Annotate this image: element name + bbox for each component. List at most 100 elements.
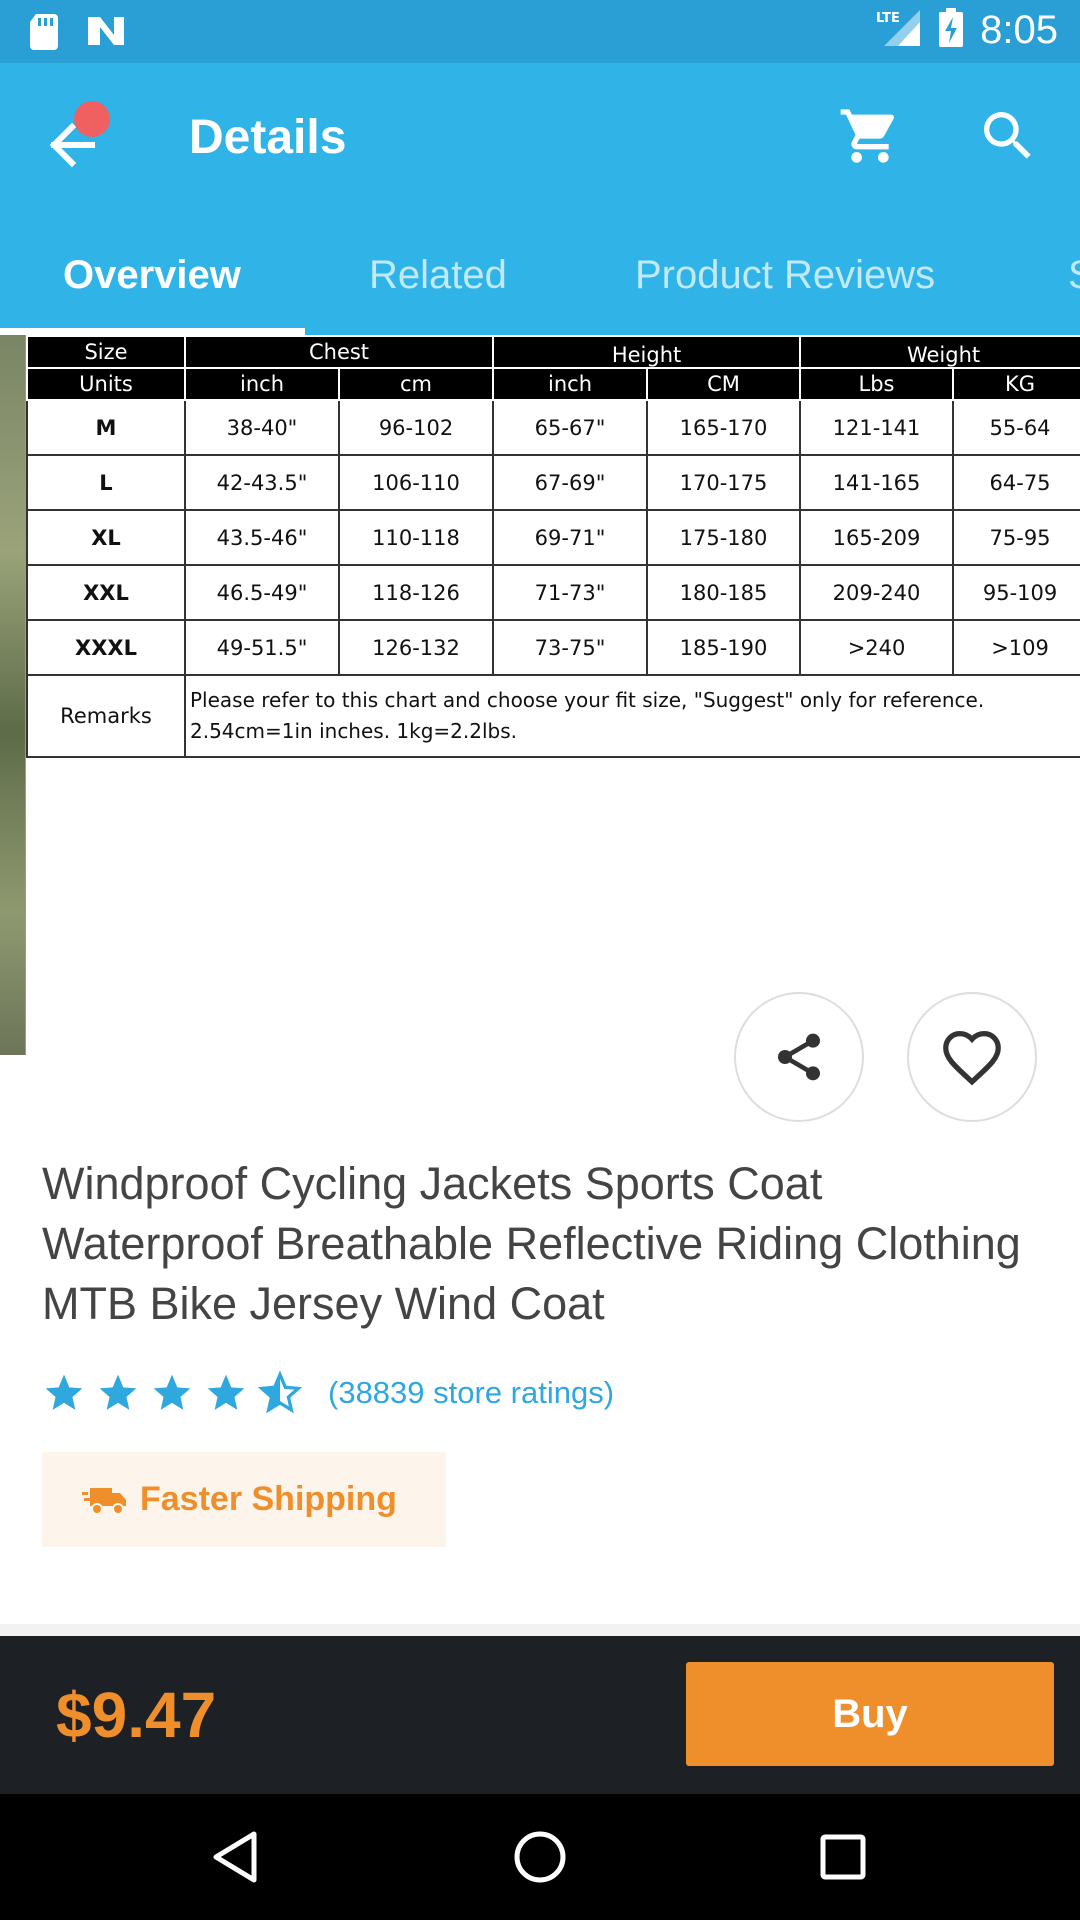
table-cell: 126-132 — [337, 619, 495, 676]
signal-icon: LTE — [876, 8, 922, 53]
table-cell: 95-109 — [952, 564, 1080, 621]
size-chart-header-row: Size Chest Height Weight — [26, 335, 1080, 369]
nav-back-button[interactable] — [202, 1824, 268, 1890]
remarks-line-1: Please refer to this chart and choose yo… — [190, 688, 985, 712]
table-cell: >109 — [952, 619, 1080, 676]
table-row: XXL 46.5-49" 118-126 71-73" 180-185 209-… — [26, 564, 1080, 621]
table-row: M 38-40" 96-102 65-67" 165-170 121-141 5… — [26, 399, 1080, 456]
battery-charging-icon — [938, 8, 964, 53]
star-filled-icon — [99, 1374, 137, 1410]
tab-product-reviews[interactable]: Product Reviews — [635, 240, 935, 335]
product-image[interactable]: Size Chest Height Weight Units inch cm i… — [0, 335, 1080, 1055]
star-filled-icon — [207, 1374, 245, 1410]
remarks-line-2: 2.54cm=1in inches. 1kg=2.2lbs. — [190, 719, 518, 743]
table-cell: 46.5-49" — [184, 564, 340, 621]
table-cell: 110-118 — [337, 509, 495, 566]
table-cell: 73-75" — [492, 619, 649, 676]
remarks-row: Remarks Please refer to this chart and c… — [26, 674, 1080, 758]
table-cell: 121-141 — [799, 399, 955, 456]
notification-n-icon — [86, 13, 126, 54]
units-cell: CM — [646, 367, 802, 401]
table-cell: 141-165 — [799, 454, 955, 511]
app-bar: Details Overview Related Product Reviews… — [0, 63, 1080, 335]
product-title: Windproof Cycling Jackets Sports Coat Wa… — [42, 1158, 1021, 1329]
price: $9.47 — [56, 1679, 217, 1751]
buy-bar: $9.47 Buy — [0, 1636, 1080, 1794]
shipping-label: Faster Shipping — [140, 1480, 397, 1518]
table-cell: 38-40" — [184, 399, 340, 456]
tab-related[interactable]: Related — [369, 240, 507, 335]
tab-partial[interactable]: S — [1068, 240, 1080, 335]
tab-bar: Overview Related Product Reviews S — [0, 240, 1080, 335]
table-cell: 170-175 — [646, 454, 802, 511]
remarks-label: Remarks — [26, 674, 186, 758]
nav-home-button[interactable] — [507, 1824, 573, 1890]
table-cell: 118-126 — [337, 564, 495, 621]
rating-count[interactable]: (38839 store ratings) — [328, 1375, 614, 1411]
cart-icon — [840, 109, 895, 163]
share-icon — [778, 1033, 820, 1081]
shipping-badge: Faster Shipping — [42, 1452, 446, 1547]
clock: 8:05 — [980, 8, 1058, 52]
search-icon — [984, 112, 1031, 159]
table-cell: 42-43.5" — [184, 454, 340, 511]
table-cell: 180-185 — [646, 564, 802, 621]
rating-stars — [42, 1371, 302, 1415]
search-button[interactable] — [976, 104, 1040, 168]
star-filled-icon — [153, 1374, 191, 1410]
units-cell: inch — [184, 367, 340, 401]
page-title: Details — [189, 111, 347, 164]
star-half-icon — [258, 1371, 302, 1414]
table-cell: 69-71" — [492, 509, 649, 566]
units-cell: Lbs — [799, 367, 955, 401]
height-header: Height — [492, 335, 802, 369]
units-cell: Units — [26, 367, 186, 401]
table-cell: 49-51.5" — [184, 619, 340, 676]
units-cell: inch — [492, 367, 649, 401]
table-row: XL 43.5-46" 110-118 69-71" 175-180 165-2… — [26, 509, 1080, 566]
table-cell: 175-180 — [646, 509, 802, 566]
table-cell: 209-240 — [799, 564, 955, 621]
size-cell: XXL — [26, 564, 186, 621]
units-cell: cm — [337, 367, 495, 401]
units-cell: KG — [952, 367, 1080, 401]
table-cell: 67-69" — [492, 454, 649, 511]
back-triangle-icon — [213, 1831, 257, 1883]
table-cell: 75-95 — [952, 509, 1080, 566]
table-cell: 43.5-46" — [184, 509, 340, 566]
size-chart: Size Chest Height Weight Units inch cm i… — [26, 335, 1080, 758]
table-cell: >240 — [799, 619, 955, 676]
table-cell: 96-102 — [337, 399, 495, 456]
notification-dot — [74, 101, 110, 137]
table-cell: 165-209 — [799, 509, 955, 566]
table-cell: 64-75 — [952, 454, 1080, 511]
chest-header: Chest — [183, 335, 495, 369]
cart-button[interactable] — [838, 104, 902, 168]
system-nav-bar — [0, 1794, 1080, 1920]
size-header: Size — [26, 335, 186, 369]
section-divider — [0, 1624, 1080, 1636]
size-cell: XL — [26, 509, 186, 566]
table-cell: 165-170 — [646, 399, 802, 456]
heart-outline-icon — [943, 1031, 1001, 1086]
buy-button[interactable]: Buy — [686, 1662, 1054, 1766]
star-filled-icon — [45, 1374, 83, 1410]
table-row: XXXL 49-51.5" 126-132 73-75" 185-190 >24… — [26, 619, 1080, 676]
network-type: LTE — [876, 11, 900, 26]
tab-indicator — [0, 328, 305, 335]
rating[interactable]: (38839 store ratings) — [42, 1368, 614, 1418]
remarks-text: Please refer to this chart and choose yo… — [183, 674, 1080, 758]
favorite-button[interactable] — [907, 992, 1037, 1122]
image-edge-photo — [0, 335, 26, 1055]
units-row: Units inch cm inch CM Lbs KG — [26, 367, 1080, 401]
size-cell: XXXL — [26, 619, 186, 676]
table-cell: 185-190 — [646, 619, 802, 676]
nav-recents-button[interactable] — [810, 1824, 876, 1890]
table-cell: 55-64 — [952, 399, 1080, 456]
table-row: L 42-43.5" 106-110 67-69" 170-175 141-16… — [26, 454, 1080, 511]
share-button[interactable] — [734, 992, 864, 1122]
recents-square-icon — [820, 1834, 866, 1880]
tab-overview[interactable]: Overview — [63, 240, 241, 335]
table-cell: 106-110 — [337, 454, 495, 511]
status-bar: LTE 8:05 — [0, 0, 1080, 63]
